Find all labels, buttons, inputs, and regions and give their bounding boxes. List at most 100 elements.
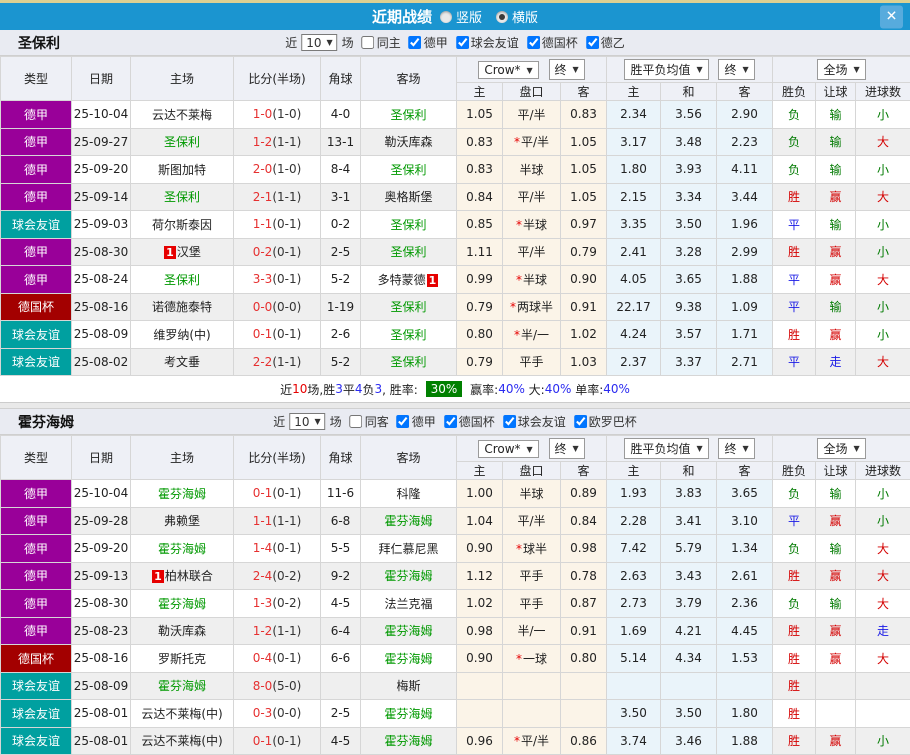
team-name-text: 圣保利 [390,355,426,369]
col-handicap-result: 让球 [816,83,856,101]
scope-select[interactable]: 全场▼ [817,438,865,459]
score-fulltime: 0-3 [253,706,273,720]
outcome-cell: 胜 [773,238,816,266]
score-fulltime: 0-2 [253,245,273,259]
league-type-cell: 德甲 [1,156,72,184]
col-avg-draw: 和 [661,83,717,101]
col-avg-home: 主 [607,83,661,101]
handicap-result-cell: 输 [816,293,856,321]
avg-away-cell: 2.71 [717,348,773,376]
corner-cell: 4-5 [321,590,361,618]
home-odds-cell: 1.12 [457,562,503,590]
bookmaker-select-value: Crow* [484,442,520,456]
avg-odds-select[interactable]: 胜平负均值▼ [624,59,708,80]
league-type-cell: 德甲 [1,507,72,535]
avg-home-cell: 3.74 [607,727,661,755]
league-checkbox[interactable] [574,415,587,428]
summary-row: 近10场,胜3平4负3, 胜率: 30% 赢率:40% 大:40% 单率:40% [0,376,910,403]
score-fulltime: 3-3 [253,272,273,286]
goals-result-cell: 小 [856,507,910,535]
star-marker: * [516,542,522,556]
league-checkbox[interactable] [527,36,540,49]
avg-home-cell: 2.15 [607,183,661,211]
score-cell: 1-0(1-0) [234,101,321,129]
league-checkbox[interactable] [397,415,410,428]
handicap-cell: 平手 [503,590,561,618]
away-odds-cell: 1.05 [561,156,607,184]
league-checkbox[interactable] [409,36,422,49]
odds-stage-select[interactable]: 终▼ [549,438,585,459]
same-venue-checkbox[interactable] [362,36,375,49]
team-name-text: 弗赖堡 [164,514,200,528]
col-odds-away: 客 [561,462,607,480]
avg-away-cell [717,672,773,700]
summary-segment: 3 [335,382,343,396]
away-odds-cell: 0.90 [561,266,607,294]
team-name-text: 霍芬海姆 [384,514,432,528]
score-fulltime: 0-1 [253,327,273,341]
home-team-cell: 圣保利 [131,128,234,156]
home-odds-cell: 1.00 [457,480,503,508]
col-date: 日期 [72,57,131,101]
league-label: 德国杯 [459,413,495,430]
league-type-cell: 球会友谊 [1,348,72,376]
odds-header-cell: Crow*▼ 终▼ [457,57,607,83]
chevron-down-icon: ▼ [853,65,859,74]
score-fulltime: 1-2 [253,135,273,149]
radio-horizontal-layout[interactable]: 横版 [496,7,538,26]
goals-result-cell: 小 [856,727,910,755]
odds-stage-select[interactable]: 终▼ [549,59,585,80]
bookmaker-select[interactable]: Crow*▼ [478,61,538,79]
league-checkbox[interactable] [456,36,469,49]
col-outcome: 胜负 [773,83,816,101]
outcome-cell: 胜 [773,321,816,349]
scope-select[interactable]: 全场▼ [817,59,865,80]
bookmaker-select[interactable]: Crow*▼ [478,440,538,458]
away-odds-cell: 0.91 [561,617,607,645]
team-name-text: 霍芬海姆 [158,542,206,556]
avg-stage-select[interactable]: 终▼ [718,59,754,80]
away-odds-cell: 0.80 [561,645,607,673]
same-venue-label: 同客 [365,413,389,430]
radio-vertical-layout[interactable]: 竖版 [440,7,482,26]
col-corner: 角球 [321,436,361,480]
same-venue-checkbox[interactable] [350,415,363,428]
home-team-cell: 诺德施泰特 [131,293,234,321]
col-avg-away: 客 [717,462,773,480]
avg-draw-cell: 3.46 [661,727,717,755]
games-count-select[interactable]: 10 ▼ [289,413,325,430]
scope-header-cell: 全场▼ [773,57,910,83]
summary-segment: 40% [603,382,630,396]
avg-stage-select[interactable]: 终▼ [718,438,754,459]
home-odds-cell: 1.11 [457,238,503,266]
team-section-1: 圣保利 近 10 ▼ 场 同主 德甲 球会友谊 德国杯 德乙 [0,30,910,403]
section-team-name: 霍芬海姆 [18,412,74,432]
match-date-cell: 25-09-03 [72,211,131,239]
match-date-cell: 25-08-02 [72,348,131,376]
away-team-cell: 霍芬海姆 [361,700,457,728]
goals-result-cell: 大 [856,562,910,590]
avg-home-cell: 3.35 [607,211,661,239]
avg-draw-cell: 5.79 [661,535,717,563]
league-checkbox[interactable] [503,415,516,428]
avg-draw-cell: 3.48 [661,128,717,156]
avg-odds-select[interactable]: 胜平负均值▼ [624,438,708,459]
avg-stage-value: 终 [724,440,736,457]
league-checkbox[interactable] [586,36,599,49]
away-team-cell: 多特蒙德1 [361,266,457,294]
away-odds-cell [561,700,607,728]
games-count-select[interactable]: 10 ▼ [301,34,337,51]
avg-away-cell: 1.34 [717,535,773,563]
summary-segment: 4 [355,382,363,396]
league-checkbox[interactable] [444,415,457,428]
score-fulltime: 1-1 [253,217,273,231]
avg-home-cell: 3.50 [607,700,661,728]
team-name-text: 霍芬海姆 [384,624,432,638]
away-team-cell: 圣保利 [361,101,457,129]
handicap-cell: *球半 [503,535,561,563]
home-team-cell: 勒沃库森 [131,617,234,645]
match-date-cell: 25-08-16 [72,293,131,321]
close-icon[interactable]: ✕ [880,5,903,28]
score-halftime: (0-2) [272,596,301,610]
games-label: 场 [342,34,354,51]
